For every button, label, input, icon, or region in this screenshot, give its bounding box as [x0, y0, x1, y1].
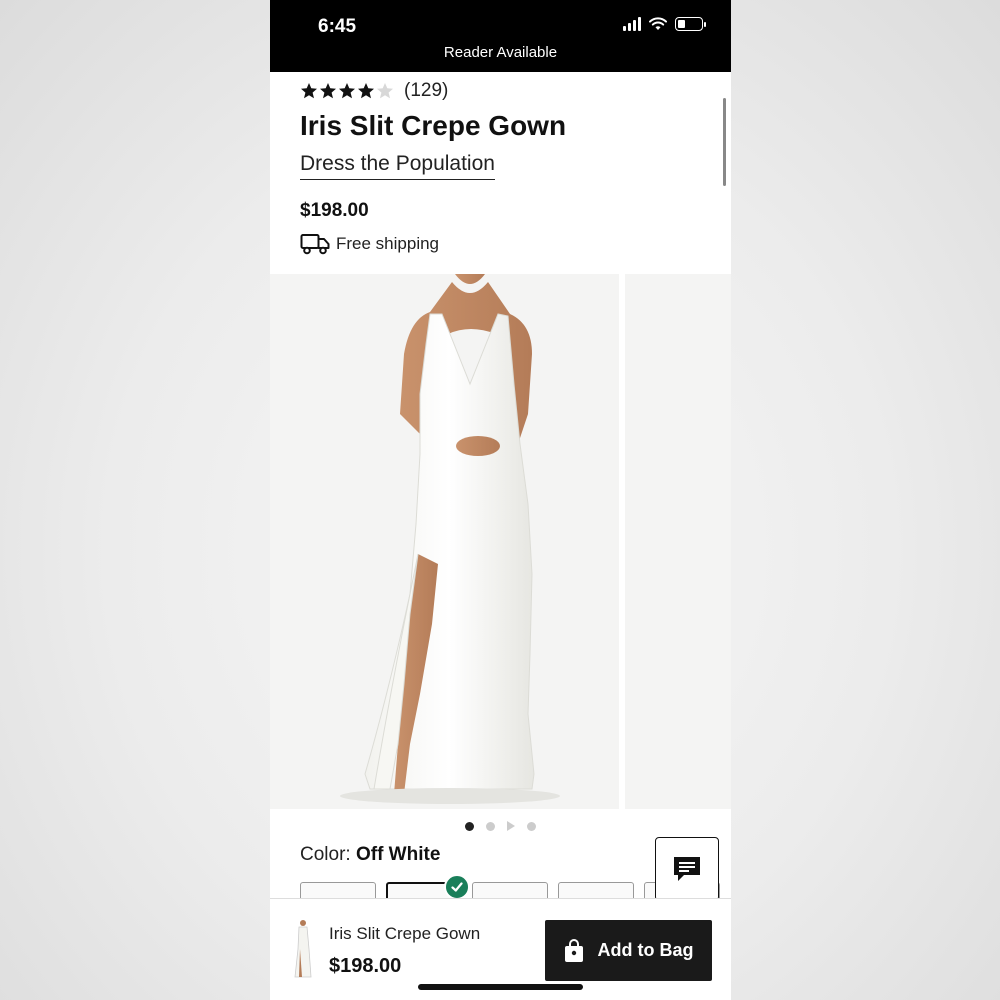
home-indicator[interactable]	[418, 984, 583, 990]
chat-icon	[674, 857, 700, 881]
reader-available[interactable]: Reader Available	[270, 44, 731, 61]
add-to-bag-label: Add to Bag	[597, 940, 694, 960]
star-filled-icon	[301, 83, 317, 99]
status-icons	[623, 17, 706, 31]
battery-icon	[675, 17, 706, 31]
brand-link[interactable]: Dress the Population	[300, 152, 495, 180]
color-label: Color:	[300, 844, 351, 865]
carousel-dot[interactable]	[527, 821, 536, 831]
shipping-info: Free shipping	[300, 233, 439, 255]
sticky-product-title: Iris Slit Crepe Gown	[329, 924, 481, 943]
add-to-bag-button[interactable]: Add to Bag	[545, 920, 712, 981]
carousel-dot[interactable]	[465, 821, 474, 831]
color-value: Off White	[355, 844, 441, 865]
star-filled-icon	[358, 83, 374, 99]
star-filled-icon	[339, 83, 355, 99]
next-product-image[interactable]	[625, 274, 731, 809]
star-rating	[300, 82, 394, 100]
shipping-label: Free shipping	[336, 234, 440, 253]
star-empty-icon	[377, 83, 393, 99]
product-image[interactable]	[270, 274, 619, 809]
phone-screen: 6:45 Reader Available (129) Iris Slit Cr…	[270, 0, 731, 1000]
rating-count[interactable]: (129)	[404, 80, 448, 102]
status-bar: 6:45 Reader Available	[270, 0, 731, 72]
status-time: 6:45	[318, 16, 357, 37]
product-thumbnail	[294, 920, 312, 978]
scrollbar[interactable]	[723, 98, 726, 186]
rating-row[interactable]: (129)	[300, 80, 448, 102]
checkmark-icon	[444, 874, 470, 900]
shopping-bag-icon	[564, 938, 583, 962]
image-carousel[interactable]	[270, 274, 731, 809]
sticky-product-price: $198.00	[329, 955, 402, 977]
color-selector-label: Color: Off White	[300, 844, 440, 866]
product-title: Iris Slit Crepe Gown	[300, 110, 567, 141]
signal-icon	[623, 17, 641, 31]
star-filled-icon	[320, 83, 336, 99]
wifi-icon	[649, 17, 667, 30]
chat-button[interactable]	[655, 837, 719, 901]
gown-photo	[340, 274, 560, 804]
carousel-dots[interactable]	[270, 821, 731, 831]
carousel-dot[interactable]	[486, 821, 495, 831]
carousel-video-dot[interactable]	[507, 821, 515, 831]
truck-icon	[300, 234, 330, 255]
product-price: $198.00	[300, 200, 369, 221]
